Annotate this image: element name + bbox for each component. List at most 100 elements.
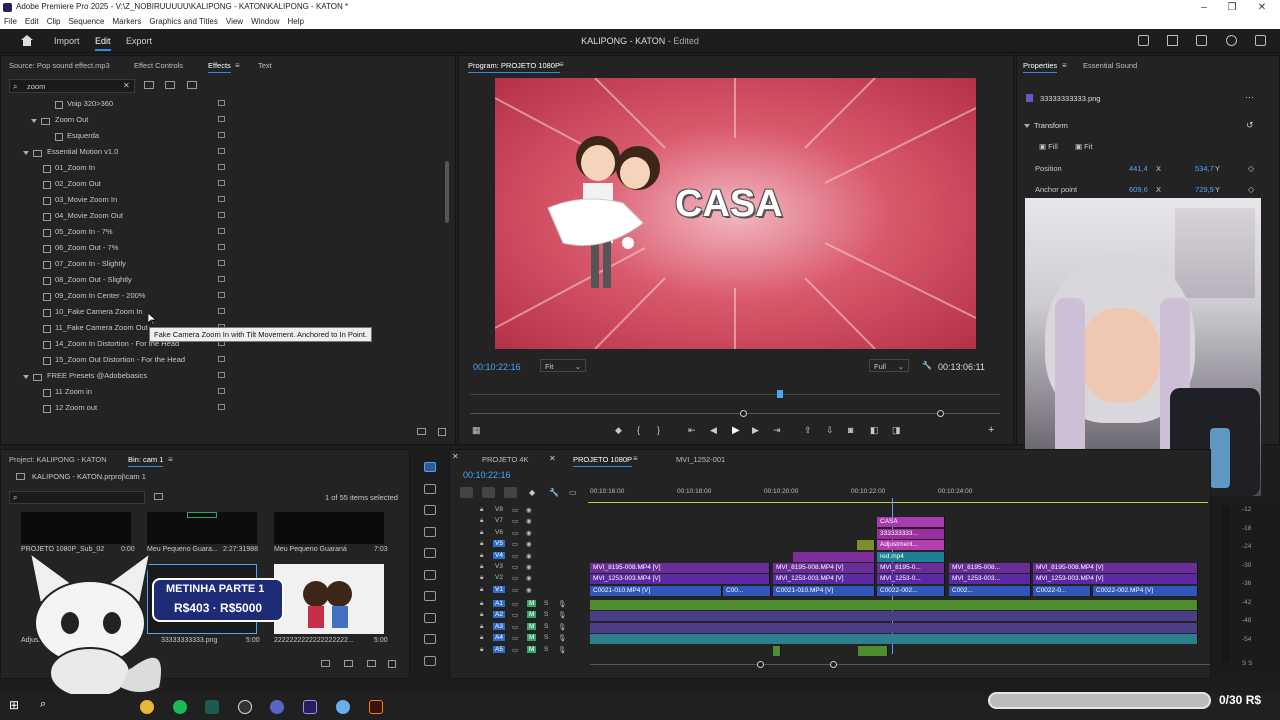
mute-button[interactable]: M [527, 611, 537, 619]
clip-v1[interactable]: C0021-010.MP4 [V] [773, 585, 875, 596]
tab-essential-sound[interactable]: Essential Sound [1083, 61, 1137, 70]
lock-icon[interactable]: 🔒︎ [480, 563, 483, 571]
sync-icon[interactable]: ▭ [512, 517, 518, 525]
mic-icon[interactable]: 🎙︎ [558, 600, 566, 608]
tab-source[interactable]: Source: Pop sound effect.mp3 [9, 61, 110, 70]
effects-preset[interactable]: 07_Zoom In - Slightly [1, 256, 441, 272]
clip-v3[interactable]: MVI_8195-008.MP4 [V] [1033, 563, 1198, 573]
razor-tool-icon[interactable] [424, 527, 436, 537]
lock-icon[interactable]: 🔒︎ [480, 646, 483, 654]
expand-icon[interactable] [23, 375, 29, 380]
track-label[interactable]: A5 [493, 645, 505, 653]
thumbnail-audio[interactable] [147, 512, 257, 544]
menu-help[interactable]: Help [284, 15, 308, 28]
bin-menu-icon[interactable]: ≡ [168, 455, 173, 464]
effects-preset[interactable]: 12 Zoom out [1, 400, 441, 416]
mute-button[interactable]: M [527, 600, 537, 607]
wrench-icon[interactable]: 🔧 [922, 361, 932, 370]
step-back-icon[interactable]: ◀ [710, 425, 717, 436]
sync-icon[interactable]: ▭ [512, 586, 518, 594]
solo-button[interactable]: S [544, 623, 548, 630]
effects-preset[interactable]: 09_Zoom In Center - 200% [1, 288, 441, 304]
menu-clip[interactable]: Clip [43, 15, 65, 28]
timeline-zoom-handle-right[interactable] [830, 661, 837, 668]
go-to-out-icon[interactable]: ⇥ [773, 425, 781, 436]
grid-icon[interactable]: ▦ [472, 425, 481, 436]
track-label[interactable]: A1 [493, 600, 505, 607]
track-label[interactable]: V5 [493, 540, 505, 548]
audio-track-header[interactable]: 🔒︎ A4 ▭ M S 🎙︎ [450, 634, 586, 645]
track-label[interactable]: V6 [493, 529, 505, 536]
effects-preset[interactable]: 02_Zoom Out [1, 176, 441, 192]
lock-icon[interactable]: 🔒︎ [480, 634, 483, 642]
audio-clip[interactable] [590, 611, 1198, 622]
clip-v1[interactable]: C0022-002... [877, 585, 945, 596]
compare-view-icon[interactable]: ◧ [870, 425, 879, 436]
effects-preset[interactable]: 04_Movie Zoom Out [1, 208, 441, 224]
effects-preset[interactable]: 11 Zoom in [1, 384, 441, 400]
video-track-header[interactable]: 🔒︎ V2 ▭ ◉ [450, 574, 586, 585]
add-button-icon[interactable]: + [988, 424, 994, 436]
captions-icon[interactable]: ▭ [569, 488, 577, 497]
yuv-effects-icon[interactable] [187, 81, 197, 89]
program-monitor-title[interactable]: Program: PROJETO 1080P [468, 61, 560, 73]
timeline-zoom-bar[interactable] [590, 664, 1210, 665]
sync-icon[interactable]: ▭ [512, 574, 518, 582]
maximize-button[interactable]: ❐ [1218, 0, 1246, 15]
audio-track-header[interactable]: 🔒︎ A2 ▭ M S 🎙︎ [450, 611, 586, 622]
mic-icon[interactable]: 🎙︎ [558, 623, 566, 631]
ripple-edit-tool-icon[interactable] [424, 505, 436, 515]
timeline-zoom-handle-left[interactable] [757, 661, 764, 668]
lock-icon[interactable]: 🔒︎ [480, 611, 483, 619]
clip-v2[interactable]: MVI_1253-003.MP4 [V] [773, 574, 875, 585]
close-tab-icon[interactable]: ✕ [549, 454, 556, 463]
eye-icon[interactable]: ◉ [526, 529, 532, 537]
tab-project[interactable]: Project: KALIPONG - KATON [9, 455, 107, 464]
lock-icon[interactable]: 🔒︎ [480, 517, 483, 525]
clip-adjustment-layer[interactable]: Adjustment... [877, 540, 945, 551]
video-track-header[interactable]: 🔒︎ V3 ▭ ◉ [450, 563, 586, 574]
settings-wrench-icon[interactable]: 🔧 [549, 488, 559, 497]
close-button[interactable]: ✕ [1248, 0, 1276, 15]
monitor-menu-icon[interactable]: ≡ [559, 60, 564, 69]
obs-icon[interactable] [238, 700, 252, 714]
sync-icon[interactable]: ▭ [512, 600, 518, 608]
eye-icon[interactable]: ◉ [526, 563, 532, 571]
panel-layout-icon[interactable] [1138, 35, 1149, 46]
clip-v4[interactable] [793, 551, 875, 562]
playhead-timecode[interactable]: 00:10:22:16 [473, 362, 521, 372]
sync-icon[interactable]: ▭ [512, 623, 518, 631]
track-label[interactable]: V2 [493, 574, 505, 581]
video-track-header[interactable]: 🔒︎ V5 ▭ ◉ [450, 540, 586, 551]
quality-select[interactable]: Full ⌄ [869, 359, 909, 372]
linked-selection-icon[interactable] [504, 487, 517, 498]
step-forward-icon[interactable]: ▶ [752, 425, 759, 436]
workspaces-icon[interactable] [1196, 35, 1207, 46]
mic-icon[interactable]: 🎙︎ [558, 646, 566, 654]
effects-preset[interactable]: 01_Zoom In [1, 160, 441, 176]
mute-button[interactable]: M [527, 645, 537, 653]
menu-window[interactable]: Window [247, 15, 283, 28]
more-options-icon[interactable]: ⋯ [1245, 92, 1254, 103]
clip-casa-title[interactable]: CASA [877, 517, 945, 528]
menu-view[interactable]: View [222, 15, 247, 28]
eye-icon[interactable]: ◉ [526, 517, 532, 525]
thumbnail-audio-2[interactable] [274, 512, 384, 544]
keyframe-icon[interactable]: ◇ [1248, 164, 1254, 173]
tab-projeto-4k[interactable]: PROJETO 4K [482, 455, 529, 464]
effects-search-input[interactable]: zoom [27, 82, 45, 91]
video-track-header[interactable]: 🔒︎ V4 ▭ ◉ [450, 551, 586, 563]
expand-icon[interactable] [31, 119, 37, 124]
eye-icon[interactable]: ◉ [526, 552, 532, 560]
lift-icon[interactable]: ⇪ [804, 425, 812, 436]
tab-effects[interactable]: Effects [208, 61, 231, 73]
eye-icon[interactable]: ◉ [526, 586, 532, 594]
effects-preset[interactable]: Esquerda [1, 128, 441, 144]
accelerated-effects-icon[interactable] [144, 81, 154, 89]
delete-icon[interactable] [438, 428, 446, 436]
work-area-bar[interactable] [588, 502, 1208, 503]
anchor-y-value[interactable]: 729,9 [1195, 185, 1214, 194]
tab-menu-icon[interactable]: ≡ [633, 454, 638, 463]
lock-icon[interactable]: 🔒︎ [480, 506, 483, 514]
track-label[interactable]: V3 [493, 563, 505, 570]
